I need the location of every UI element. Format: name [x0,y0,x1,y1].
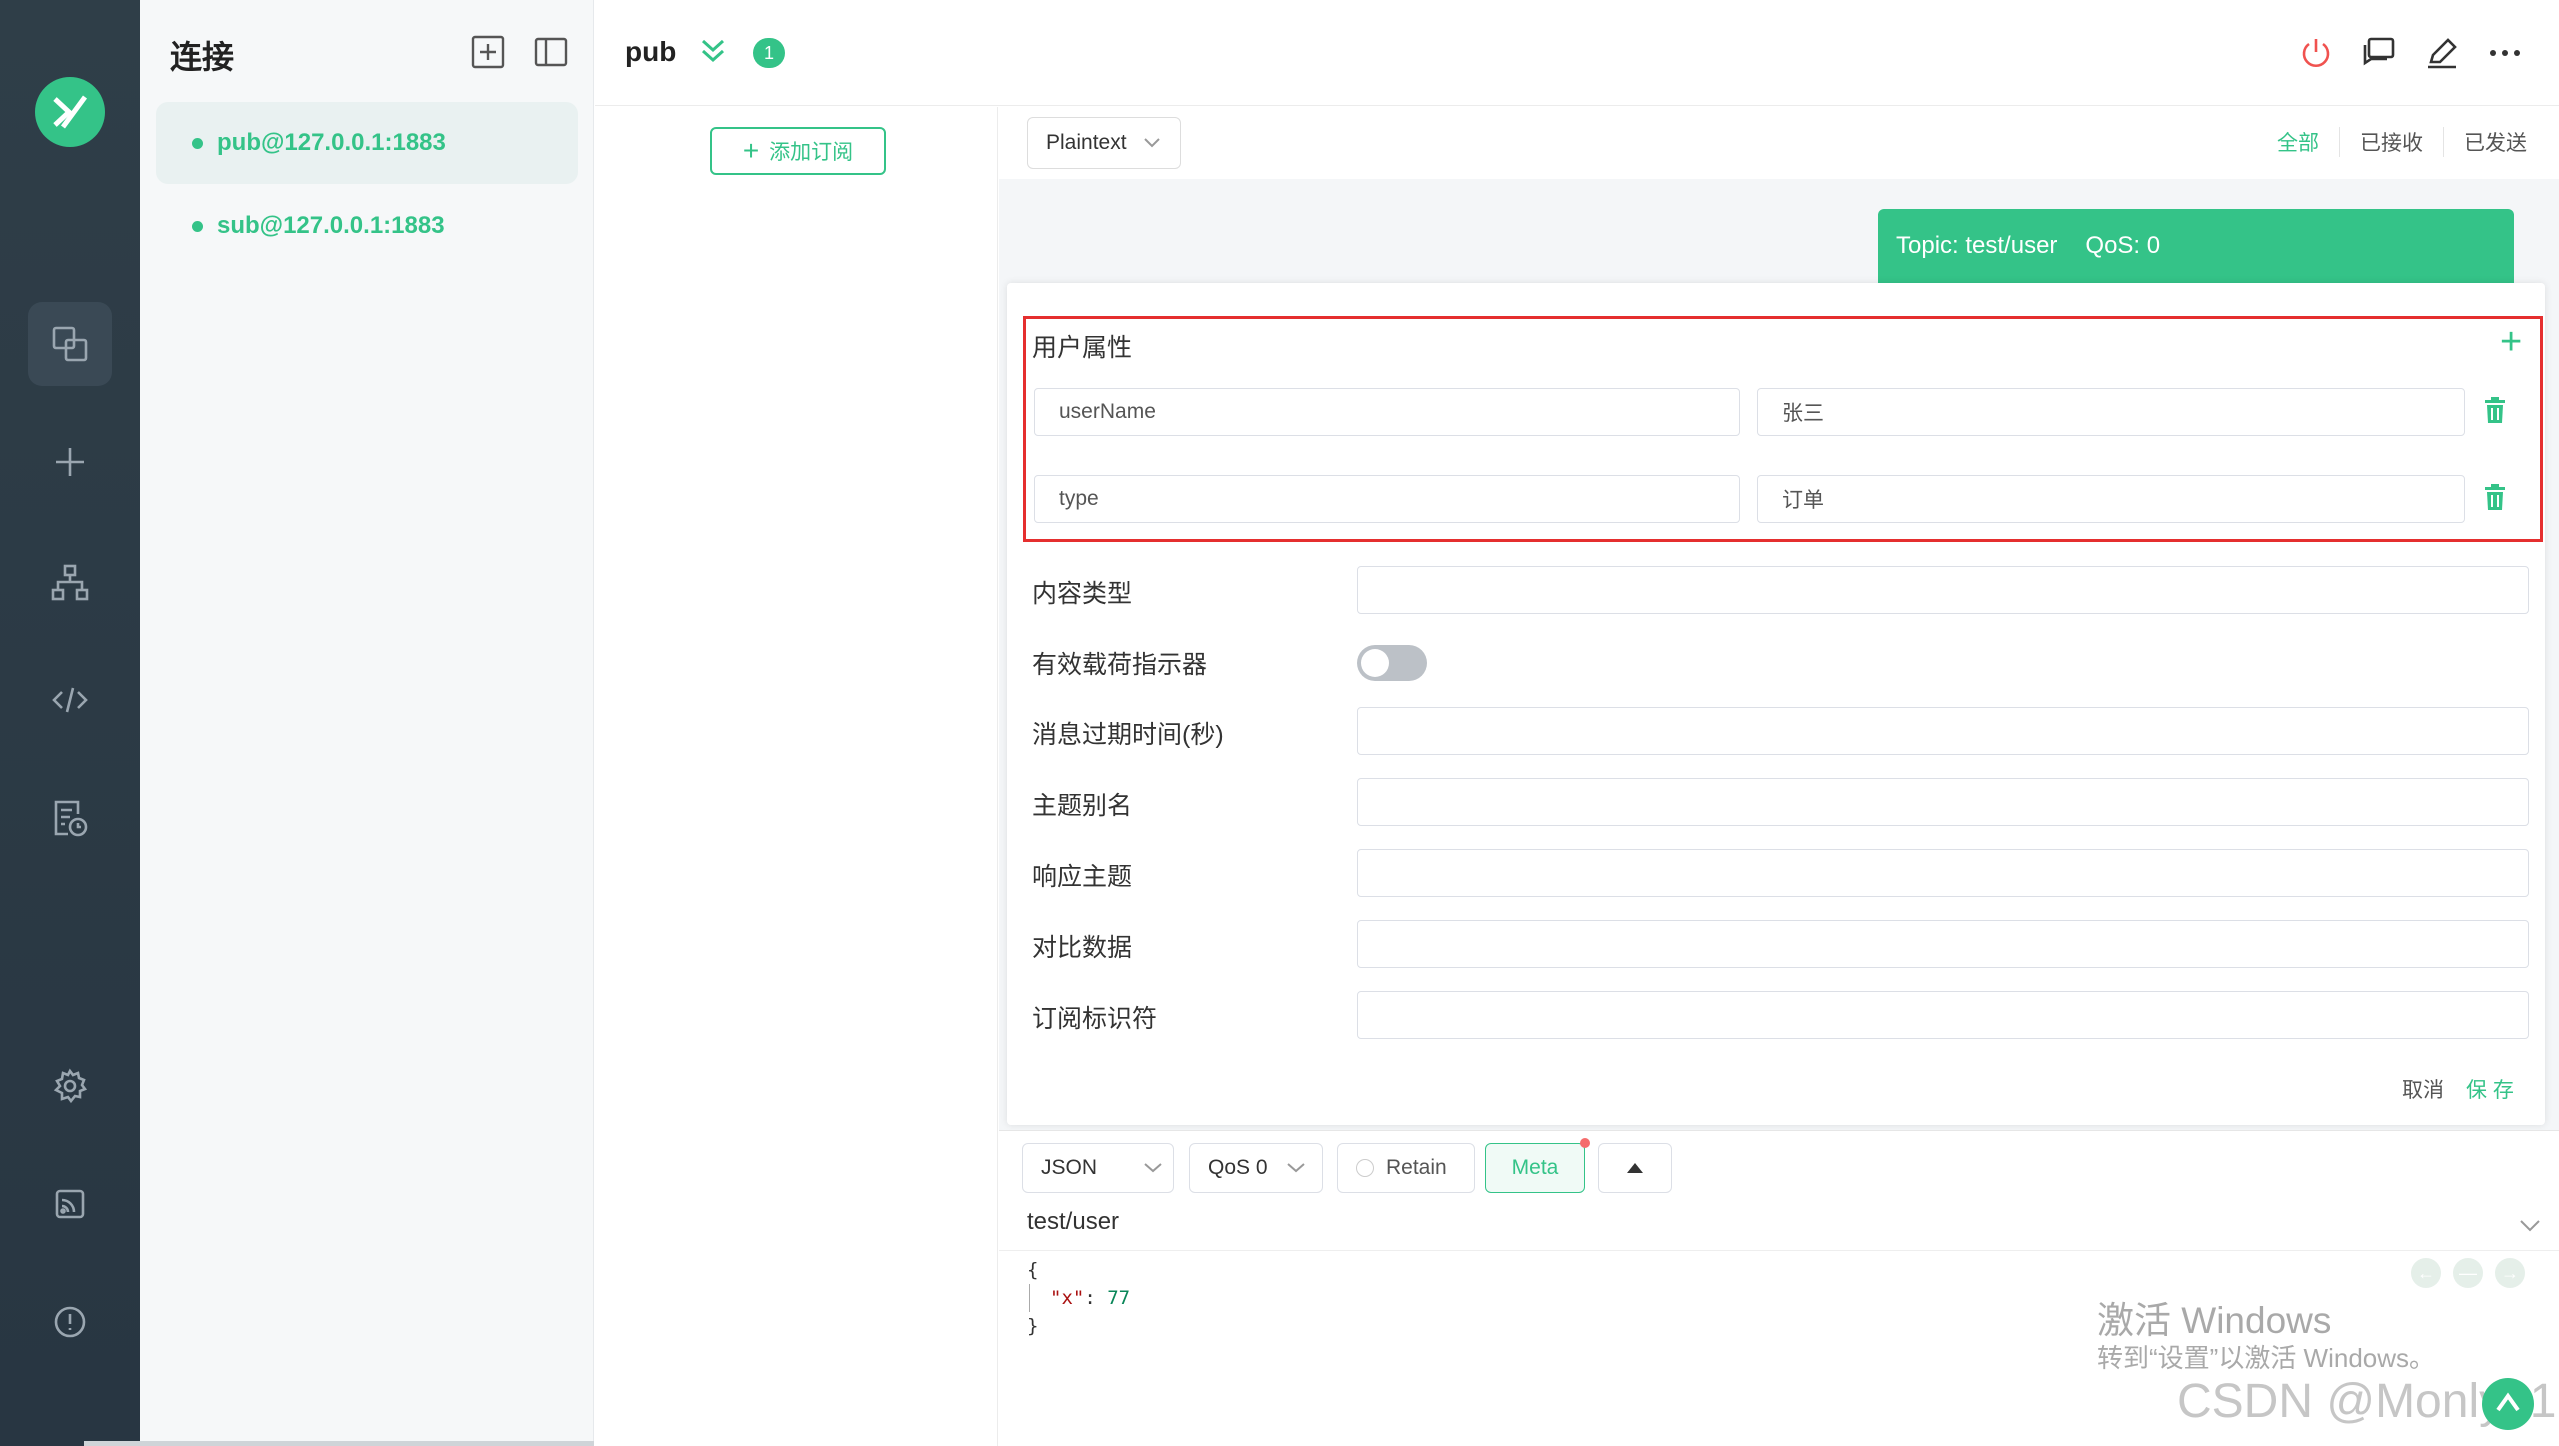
user-prop-value-input[interactable]: 订单 [1757,475,2465,523]
filter-all[interactable]: 全部 [2257,127,2339,157]
message-expiry-input[interactable] [1357,707,2529,755]
subscription-identifier-label: 订阅标识符 [1032,1005,1158,1033]
format-value: Plaintext [1046,131,1127,154]
add-subscription-label: 添加订阅 [769,141,854,164]
payload-type-select[interactable]: JSON [1022,1143,1174,1193]
caret-up-icon [1627,1163,1643,1173]
filter-sent[interactable]: 已发送 [2443,127,2547,157]
meta-button[interactable]: Meta [1485,1143,1585,1193]
windows-activation-hint: 转到“设置”以激活 Windows。 [2097,1343,2436,1373]
connection-header: pub 1 [595,0,2559,106]
code-line: "x": 77 [1029,1284,1130,1312]
save-button[interactable]: 保 存 [2466,1074,2514,1104]
minus-icon[interactable]: — [2453,1258,2483,1288]
json-value: 77 [1107,1287,1131,1309]
connection-label: pub@127.0.0.1:1883 [217,129,446,156]
double-chevron-down-icon[interactable] [699,36,727,71]
sent-message-bubble[interactable]: Topic: test/user QoS: 0 [1878,209,2514,283]
feed-icon[interactable] [28,1162,112,1246]
left-rail [0,0,140,1446]
filter-received[interactable]: 已接收 [2339,127,2443,157]
floating-action-button[interactable] [2482,1378,2534,1430]
disconnect-power-icon[interactable] [2295,32,2337,74]
more-options-icon[interactable] [2484,32,2526,74]
payload-type-value: JSON [1041,1156,1098,1179]
connections-nav-icon[interactable] [28,302,112,386]
correlation-data-input[interactable] [1357,920,2529,968]
message-qos: QoS: 0 [2085,232,2161,259]
settings-gear-icon[interactable] [28,1044,112,1128]
chevron-down-icon[interactable] [2519,1219,2541,1233]
cancel-button[interactable]: 取消 [2402,1074,2444,1104]
qos-select[interactable]: QoS 0 [1189,1143,1323,1193]
previous-arrow-icon[interactable]: ← [2411,1258,2441,1288]
connection-name: pub [625,36,677,67]
correlation-data-label: 对比数据 [1032,934,1133,962]
collapse-up-button[interactable] [1598,1143,1672,1193]
user-prop-key-input[interactable]: type [1034,475,1740,523]
topic-alias-input[interactable] [1357,778,2529,826]
topology-icon[interactable] [28,540,112,624]
windows-activation-title: 激活 Windows [2097,1300,2332,1341]
message-filter-tabs: 全部 已接收 已发送 [2257,127,2547,157]
connection-label: sub@127.0.0.1:1883 [217,212,445,239]
message-expiry-label: 消息过期时间(秒) [1032,721,1224,749]
json-colon: : [1084,1287,1108,1309]
user-prop-key-input[interactable]: userName [1034,388,1740,436]
subscription-count-badge: 1 [753,38,785,68]
divider [999,1250,2559,1251]
chevron-down-icon [1286,1163,1305,1173]
mqttx-logo [35,77,105,147]
plus-icon: + [742,135,760,166]
connection-item-sub[interactable]: sub@127.0.0.1:1883 [156,185,578,267]
payload-indicator-label: 有效载荷指示器 [1032,651,1208,679]
payload-format-select[interactable]: Plaintext [1027,117,1181,169]
meta-label: Meta [1511,1156,1559,1179]
connection-list-panel: 连接 pub@127.0.0.1:1883 sub@127.0.0.1:1883 [140,0,594,1446]
script-code-icon[interactable] [28,658,112,742]
delete-trash-icon[interactable] [2484,484,2512,514]
response-topic-label: 响应主题 [1032,863,1133,891]
publish-topic-input[interactable]: test/user [1027,1208,1119,1236]
log-icon[interactable] [28,776,112,860]
new-connection-plus-icon[interactable] [28,420,112,504]
retain-label: Retain [1386,1156,1447,1179]
chevron-down-icon [1143,138,1160,148]
topic-alias-label: 主题别名 [1032,792,1133,820]
code-line: { [1027,1259,1039,1281]
code-line: } [1027,1315,1039,1337]
online-status-dot [192,220,203,232]
about-info-icon[interactable] [28,1280,112,1364]
payload-indicator-toggle[interactable] [1357,645,1427,681]
subscriptions-column: + 添加订阅 [595,107,998,1446]
retain-checkbox[interactable]: Retain [1337,1143,1475,1193]
content-type-label: 内容类型 [1032,580,1133,608]
radio-circle-icon [1356,1159,1374,1177]
chevron-down-icon [1144,1163,1162,1173]
user-prop-value-input[interactable]: 张三 [1757,388,2465,436]
json-key: "x" [1050,1287,1085,1309]
edit-pencil-icon[interactable] [2421,32,2463,74]
user-properties-title: 用户属性 [1032,334,1133,362]
qos-value: QoS 0 [1208,1156,1268,1179]
connection-item-pub[interactable]: pub@127.0.0.1:1883 [156,102,578,184]
subscription-identifier-input[interactable] [1357,991,2529,1039]
toggle-sidebar-icon[interactable] [533,34,569,70]
new-window-plus-icon[interactable] [470,34,506,70]
messages-toolbar: Plaintext 全部 已接收 已发送 [999,107,2559,179]
online-status-dot [192,137,203,149]
next-arrow-icon[interactable]: → [2495,1258,2525,1288]
add-user-property-plus-icon[interactable]: + [2500,323,2522,361]
message-topic: Topic: test/user [1896,232,2058,259]
payload-editor[interactable]: { "x": 77 } [1027,1256,1130,1340]
add-subscription-button[interactable]: + 添加订阅 [710,127,886,175]
chat-bubbles-icon[interactable] [2358,32,2400,74]
delete-trash-icon[interactable] [2484,397,2512,427]
response-topic-input[interactable] [1357,849,2529,897]
meta-indicator-dot [1580,1138,1590,1148]
connections-title: 连接 [170,39,235,75]
horizontal-scrollbar[interactable] [84,1441,594,1446]
content-type-input[interactable] [1357,566,2529,614]
